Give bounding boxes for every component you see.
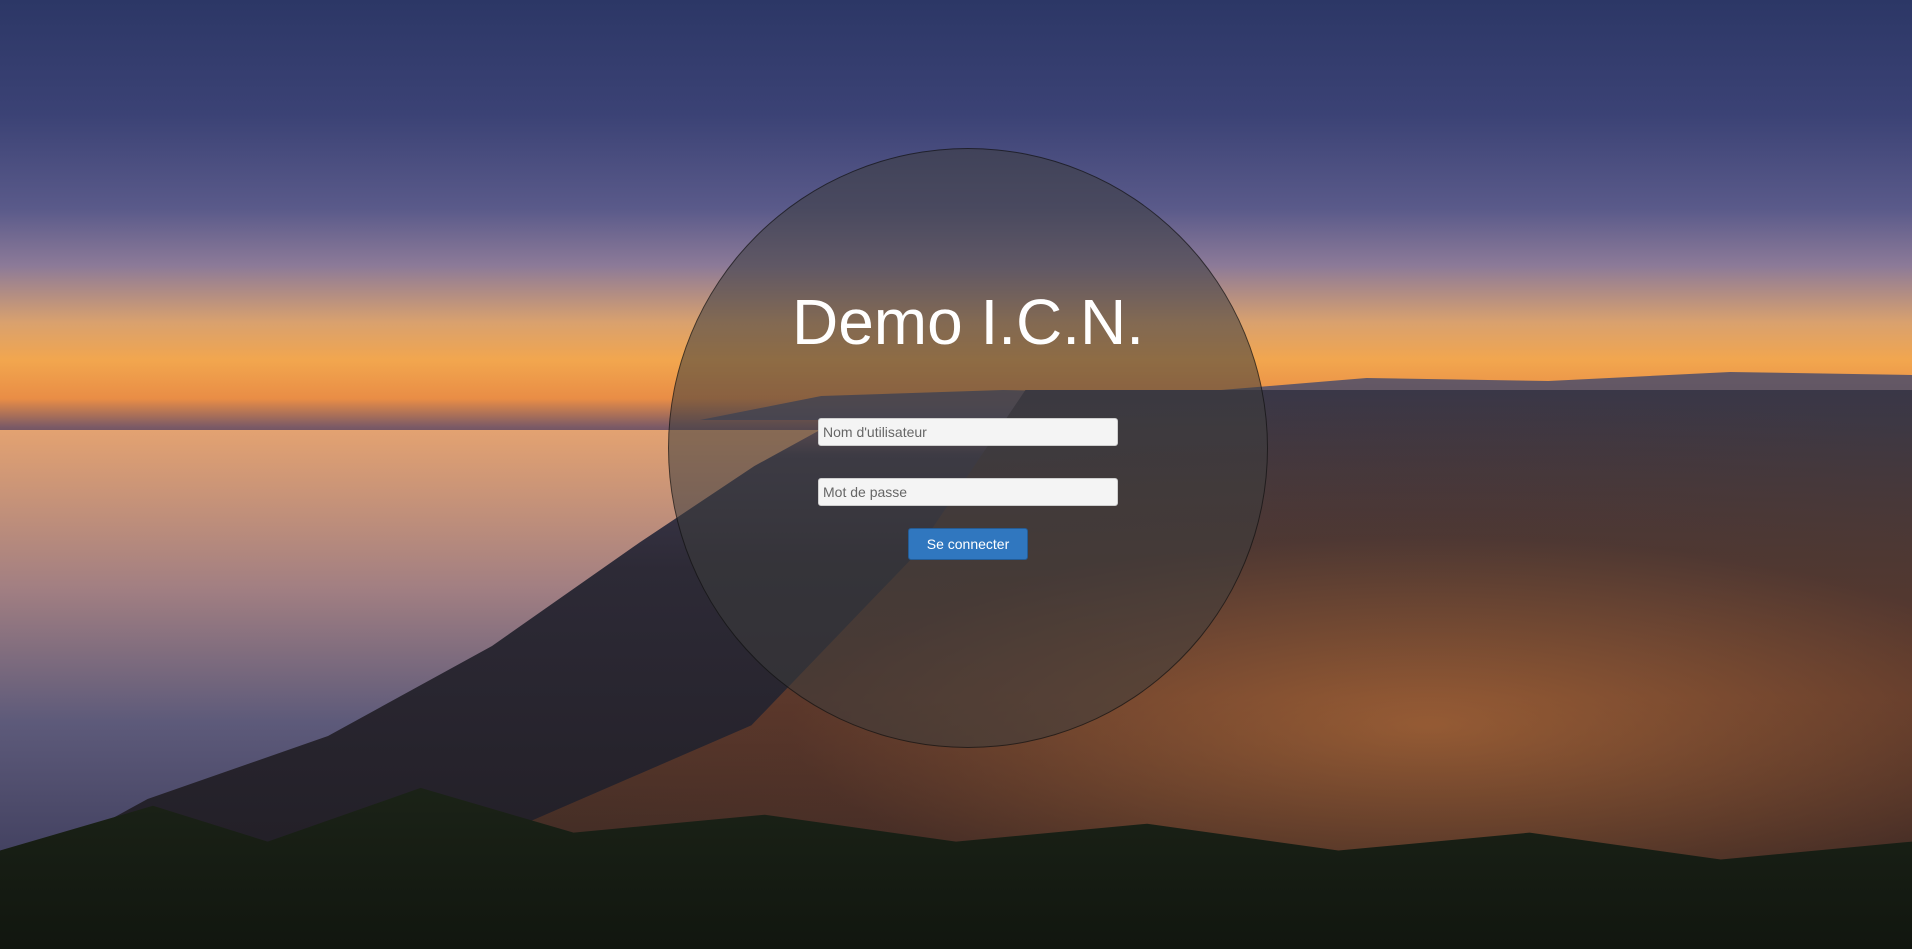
page-title: Demo I.C.N. <box>791 286 1145 358</box>
password-input[interactable] <box>818 478 1118 506</box>
username-input[interactable] <box>818 418 1118 446</box>
login-circle-panel <box>668 148 1268 748</box>
login-button[interactable]: Se connecter <box>908 528 1028 560</box>
